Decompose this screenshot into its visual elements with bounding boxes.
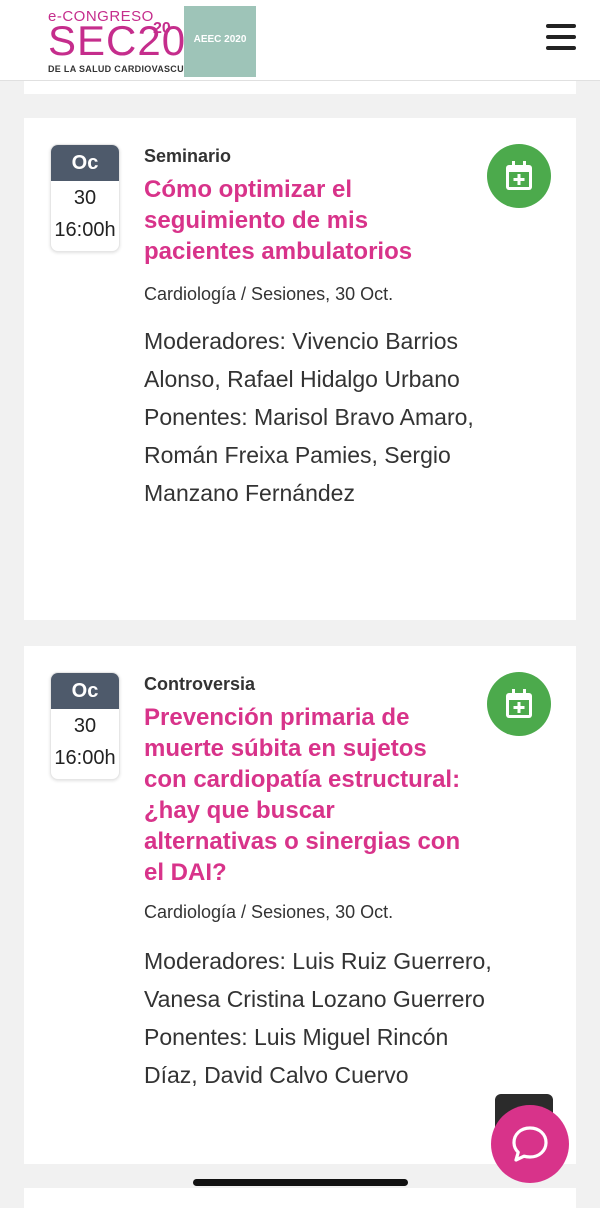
event-moderators: Moderadores: Luis Ruiz Guerrero, Vanesa … [144, 948, 492, 1012]
event-type: Controversia [144, 674, 256, 694]
aeec-logo-text: AEEC 2020 [193, 34, 247, 45]
event-moderators: Moderadores: Vivencio Barrios Alonso, Ra… [144, 328, 460, 392]
hamburger-menu-icon[interactable] [546, 24, 576, 54]
logo-subtitle: DE LA SALUD CARDIOVASCULAR [48, 64, 204, 74]
event-speakers: Ponentes: Luis Miguel Rincón Díaz, David… [144, 1024, 449, 1088]
event-month: Oc [51, 673, 119, 709]
aeec-logo[interactable]: AEEC 2020 [184, 6, 256, 77]
event-title-link[interactable]: Prevención primaria de muerte súbita en … [144, 702, 464, 888]
event-description: Moderadores: Vivencio Barrios Alonso, Ra… [144, 322, 494, 512]
event-description: Moderadores: Luis Ruiz Guerrero, Vanesa … [144, 942, 494, 1094]
sec-congress-logo[interactable]: e-CONGRESO SEC20 20 DE LA SALUD CARDIOVA… [48, 6, 203, 76]
next-event-card [24, 1188, 576, 1208]
menu-bar [546, 24, 576, 28]
event-month: Oc [51, 145, 119, 181]
app-header: e-CONGRESO SEC20 20 DE LA SALUD CARDIOVA… [0, 0, 600, 81]
event-category: Cardiología / Sesiones, 30 Oct. [144, 902, 394, 922]
add-to-calendar-button[interactable] [487, 672, 551, 736]
event-day: 30 [73, 715, 97, 737]
event-title-link[interactable]: Cómo optimizar el seguimiento de mis pac… [144, 174, 464, 267]
event-card: Oc 30 16:00h Seminario Cómo optimizar el… [24, 118, 576, 620]
event-type: Seminario [144, 146, 232, 166]
home-indicator[interactable] [193, 1179, 408, 1186]
event-card: Oc 30 16:00h Controversia Prevención pri… [24, 646, 576, 1164]
event-date-badge: Oc 30 16:00h [50, 672, 120, 780]
calendar-plus-icon [506, 689, 532, 718]
chat-button[interactable] [491, 1105, 569, 1183]
add-to-calendar-button[interactable] [487, 144, 551, 208]
calendar-plus-icon [506, 161, 532, 190]
event-speakers: Ponentes: Marisol Bravo Amaro, Román Fre… [144, 404, 474, 506]
menu-bar [546, 35, 576, 39]
event-time: 16:00h [54, 219, 116, 241]
logo-superscript: 20 [153, 20, 171, 37]
event-time: 16:00h [54, 747, 116, 769]
event-day: 30 [73, 187, 97, 209]
chat-bubble-icon [512, 1126, 548, 1162]
menu-bar [546, 46, 576, 50]
event-date-badge: Oc 30 16:00h [50, 144, 120, 252]
event-category: Cardiología / Sesiones, 30 Oct. [144, 284, 394, 304]
